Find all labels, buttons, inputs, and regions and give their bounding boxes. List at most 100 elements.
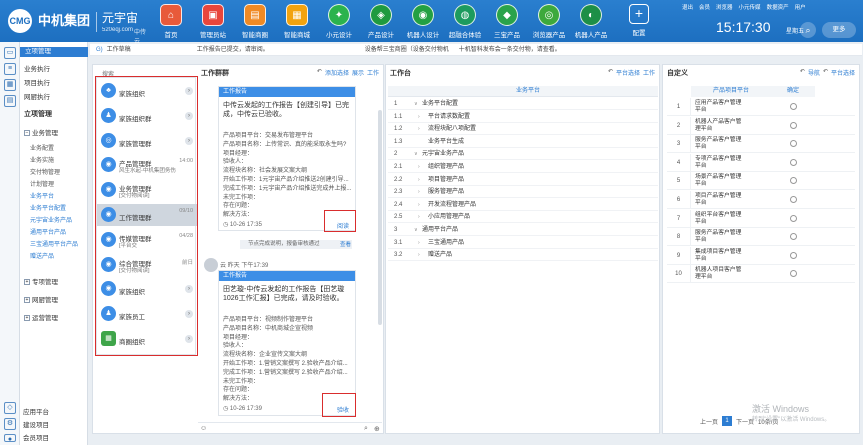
sidebar-subitem[interactable]: 三宝通用平台产品 [30,239,78,248]
sidebar-item[interactable]: 网厨执行 [24,91,50,101]
chevron-right-icon[interactable]: › [418,249,420,261]
tree-row[interactable]: 3.2 › 赠送产品 [388,249,658,262]
table-row[interactable]: 6 项目产品客户管理平台 [667,191,855,209]
sidebar-group[interactable]: − 业务管理 [24,127,58,137]
contact-item[interactable]: ♟ 家族组织群 › [97,105,197,127]
back-icon[interactable]: ↶ [608,68,613,77]
chevron-right-icon[interactable]: › [185,310,193,319]
select-radio[interactable] [790,214,797,222]
tree-row[interactable]: 2.5 › 小应用管理产品 [388,211,658,224]
top-link[interactable]: 数据资产 [767,3,789,11]
nav-item[interactable]: ▤ 智能商圈 [234,2,276,40]
select-radio[interactable] [790,177,797,185]
nav-item[interactable]: ◆ 三宝产品 [486,2,528,40]
list-icon[interactable]: ≡ [4,63,16,75]
nav-item[interactable]: ◎ 浏览器产品 [528,2,570,40]
nav-item[interactable]: ⌂ 首页 [150,2,192,40]
sidebar-group[interactable]: + 专项管理 [24,276,58,286]
chevron-right-icon[interactable]: › [418,199,420,211]
chevron-right-icon[interactable]: › [185,285,193,294]
action-link[interactable]: 添加选择 [325,68,349,77]
select-radio[interactable] [790,270,797,278]
logo[interactable]: CMG 中机集团 元宇宙 520eqj.com 中传云 [8,6,146,45]
sidebar-bottom-item[interactable]: 建设项目 [20,419,49,429]
search-icon[interactable]: ⌕ [800,22,816,38]
action-link[interactable]: 展示 [352,68,364,77]
page-number[interactable]: 1 [722,416,733,426]
back-icon[interactable]: ↶ [317,68,322,77]
settings-icon[interactable]: ⚙ [4,418,16,430]
top-link[interactable]: 会员 [699,3,710,11]
chevron-down-icon[interactable]: ∨ [414,148,418,160]
nav-item[interactable]: ◍ 超融合体验 [444,2,486,40]
chevron-down-icon[interactable]: ∨ [414,98,418,110]
tree-row[interactable]: 1.2 › 流程块配八项配置 [388,123,658,136]
contact-item[interactable]: ◉ 家族组织 › [97,278,197,300]
contact-item[interactable]: ♣ 家族组织 › [97,80,197,102]
table-row[interactable]: 9 集成项目客户管理平台 [667,246,855,265]
sidebar-bottom-item[interactable]: 会员项目 [20,432,49,442]
sidebar-subitem[interactable]: 业务配置 [30,143,54,152]
chevron-right-icon[interactable]: › [185,111,193,120]
sidebar-subitem[interactable]: 通用平台产品 [30,227,66,236]
tree-row[interactable]: 2.3 › 服务管理产品 [388,186,658,199]
nav-item[interactable]: ▦ 智能商城 [276,2,318,40]
back-icon[interactable]: ↶ [823,68,828,77]
sidebar-subitem[interactable]: 业务平台 [30,191,54,200]
chat-input-bar[interactable]: ☺ ⌕ ⊕ [198,422,382,433]
nav-item[interactable]: ◐ 机器人产品 [570,2,612,40]
view-link[interactable]: 查看 [340,240,351,248]
sidebar-subitem[interactable]: 赠送产品 [30,251,54,260]
sidebar-item[interactable]: 项目执行 [24,77,50,87]
table-row[interactable]: 2 机器人产品客户管理平台 [667,116,855,135]
tree-row[interactable]: 3 ∨ 通用平台产品 [388,224,658,236]
select-radio[interactable] [790,251,797,259]
tree-row[interactable]: 2.1 › 组织管理产品 [388,161,658,173]
sidebar-subitem[interactable]: 交付物管理 [30,167,60,176]
sidebar-item[interactable]: 业务执行 [24,63,50,73]
sidebar-subitem[interactable]: 计划管理 [30,179,54,188]
emoji-icon[interactable]: ☺ [200,425,207,432]
action-link[interactable]: 工作 [367,68,379,77]
chevron-right-icon[interactable]: › [418,161,420,173]
chevron-right-icon[interactable]: › [418,123,420,135]
action-link[interactable]: 工作 [643,68,655,77]
contact-item[interactable]: ◉ 业务管理群 [交付物阅读] [97,179,197,201]
contact-item[interactable]: ♟ 家族员工 › [97,303,197,325]
tree-row[interactable]: 3.1 › 三宝通用产品 [388,237,658,249]
contact-item[interactable]: ▦ 商圈组织 › [97,328,197,350]
more-button[interactable]: 更多 [822,22,856,38]
chevron-right-icon[interactable]: › [185,136,193,145]
chevron-right-icon[interactable]: › [418,186,420,198]
chevron-right-icon[interactable]: › [418,211,420,223]
table-row[interactable]: 8 服务产品客户管理平台 [667,228,855,247]
tree-row[interactable]: 1.1 › 平台请求数配置 [388,111,658,123]
tree-row[interactable]: 2.2 › 项目管理产品 [388,174,658,186]
chevron-right-icon[interactable]: › [418,174,420,186]
table-row[interactable]: 7 组织平台客户管理平台 [667,209,855,228]
zoom-icon[interactable]: ⌕ [364,425,368,433]
prev-page-button[interactable]: 上一页 [700,417,718,426]
table-row[interactable]: 5 场景产品客户管理平台 [667,172,855,191]
top-link[interactable]: 退出 [682,3,693,11]
chevron-right-icon[interactable]: › [418,237,420,249]
back-icon[interactable]: ↶ [800,68,805,77]
select-radio[interactable] [790,103,797,110]
action-link[interactable]: 导航 [808,68,820,77]
nav-item[interactable]: ◈ 产品设计 [360,2,402,40]
select-radio[interactable] [790,140,797,148]
add-icon[interactable]: ⊕ [374,425,380,433]
user-icon[interactable]: ● [4,434,16,443]
action-link[interactable]: 平台选择 [616,68,640,77]
top-link[interactable]: 用户 [795,3,806,11]
contact-item[interactable]: ◎ 家族管理群 › [97,130,197,152]
table-row[interactable]: 1 应用产品客户管理平台 [667,98,855,116]
nav-item[interactable]: ▣ 管理员站 [192,2,234,40]
contact-item[interactable]: ◉ 综合管理群 [交付物阅读] 前日 [97,254,197,276]
table-row[interactable]: 3 服务产品客户管理平台 [667,135,855,154]
share-icon[interactable]: ◇ [4,402,16,414]
sidebar-subitem[interactable]: 业务平台配置 [30,203,66,212]
sidebar-group[interactable]: + 运营管理 [24,312,58,322]
select-radio[interactable] [790,121,797,129]
grid-icon[interactable]: ▦ [4,79,16,91]
